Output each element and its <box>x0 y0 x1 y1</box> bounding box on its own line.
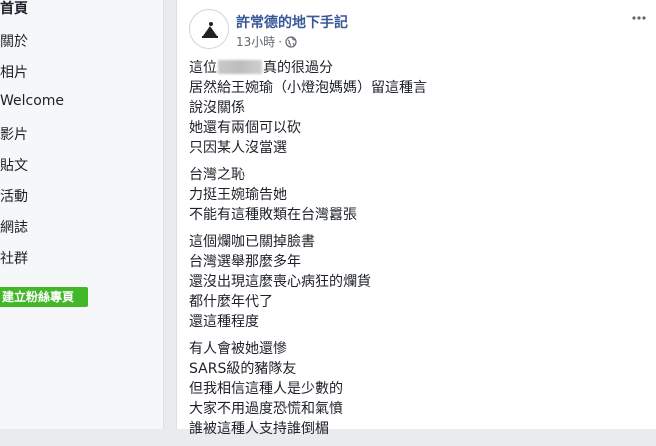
sidebar-item-notes[interactable]: 網誌 <box>0 217 28 237</box>
post-paragraph: 這位 真的很過分 居然給王婉瑜（小燈泡媽媽）留這種言 說沒關係 她還有兩個可以砍 … <box>189 58 644 158</box>
post-line: 台灣選舉那麼多年 <box>189 254 301 270</box>
post-timestamp[interactable]: 13小時 <box>236 33 275 50</box>
post-line: 力挺王婉瑜告她 <box>189 187 287 203</box>
post-line: 只因某人沒當選 <box>189 140 287 156</box>
redacted-name-blur <box>218 60 262 74</box>
sidebar-item-welcome[interactable]: Welcome <box>0 93 64 109</box>
post-line: 這位 真的很過分 <box>189 58 644 78</box>
avatar-logo-icon <box>191 11 228 48</box>
post-line: 這個爛咖已關掉臉書 <box>189 234 315 250</box>
post-line: 居然給王婉瑜（小燈泡媽媽）留這種言 <box>189 80 427 96</box>
post-line-text: 真的很過分 <box>263 60 333 76</box>
post-line: 說沒關係 <box>189 100 245 116</box>
sidebar-item-videos[interactable]: 影片 <box>0 124 28 144</box>
sidebar-item-posts[interactable]: 貼文 <box>0 155 28 175</box>
meta-separator: · <box>278 34 283 49</box>
post-line: 還沒出現這麼喪心病狂的爛貨 <box>189 274 371 290</box>
post-line: 她還有兩個可以砍 <box>189 120 301 136</box>
post-line: 都什麼年代了 <box>189 294 273 310</box>
globe-icon[interactable] <box>285 35 297 48</box>
sidebar-item-community[interactable]: 社群 <box>0 248 28 268</box>
sidebar-item-about[interactable]: 關於 <box>0 31 28 51</box>
post-line: SARS級的豬隊友 <box>189 361 297 377</box>
post-line-text: 這位 <box>189 60 217 76</box>
post-paragraph: 台灣之恥 力挺王婉瑜告她 不能有這種敗類在台灣囂張 <box>189 165 644 225</box>
sidebar-item-events[interactable]: 活動 <box>0 186 28 206</box>
page-name-link[interactable]: 許常德的地下手記 <box>236 12 348 32</box>
post-line: 誰被這種人支持誰倒楣 <box>189 421 329 437</box>
sidebar-item-photos[interactable]: 相片 <box>0 62 28 82</box>
create-page-button[interactable]: 建立粉絲專頁 <box>0 287 88 307</box>
page-avatar[interactable] <box>189 9 229 49</box>
post-line: 還這種程度 <box>189 314 259 330</box>
left-sidebar: 首頁 關於 相片 Welcome 影片 貼文 活動 網誌 社群 建立粉絲專頁 <box>0 0 164 429</box>
post-line: 大家不用過度恐慌和氣憤 <box>189 401 343 417</box>
more-options-icon[interactable] <box>631 10 647 26</box>
post-line: 不能有這種敗類在台灣囂張 <box>189 207 357 223</box>
post-paragraph: 有人會被她還慘 SARS級的豬隊友 但我相信這種人是少數的 大家不用過度恐慌和氣… <box>189 339 644 439</box>
post-meta: 13小時 · <box>236 33 297 50</box>
post-card: 許常德的地下手記 13小時 · 這位 真的很過分 居然給王婉瑜（小燈泡媽媽）留這種… <box>176 0 656 437</box>
post-paragraph: 這個爛咖已關掉臉書 台灣選舉那麼多年 還沒出現這麼喪心病狂的爛貨 都什麼年代了 … <box>189 232 644 332</box>
post-line: 台灣之恥 <box>189 167 245 183</box>
post-line: 但我相信這種人是少數的 <box>189 381 343 397</box>
post-text: 這位 真的很過分 居然給王婉瑜（小燈泡媽媽）留這種言 說沒關係 她還有兩個可以砍 … <box>189 58 644 446</box>
sidebar-item-home[interactable]: 首頁 <box>0 0 28 18</box>
post-line: 有人會被她還慘 <box>189 341 287 357</box>
